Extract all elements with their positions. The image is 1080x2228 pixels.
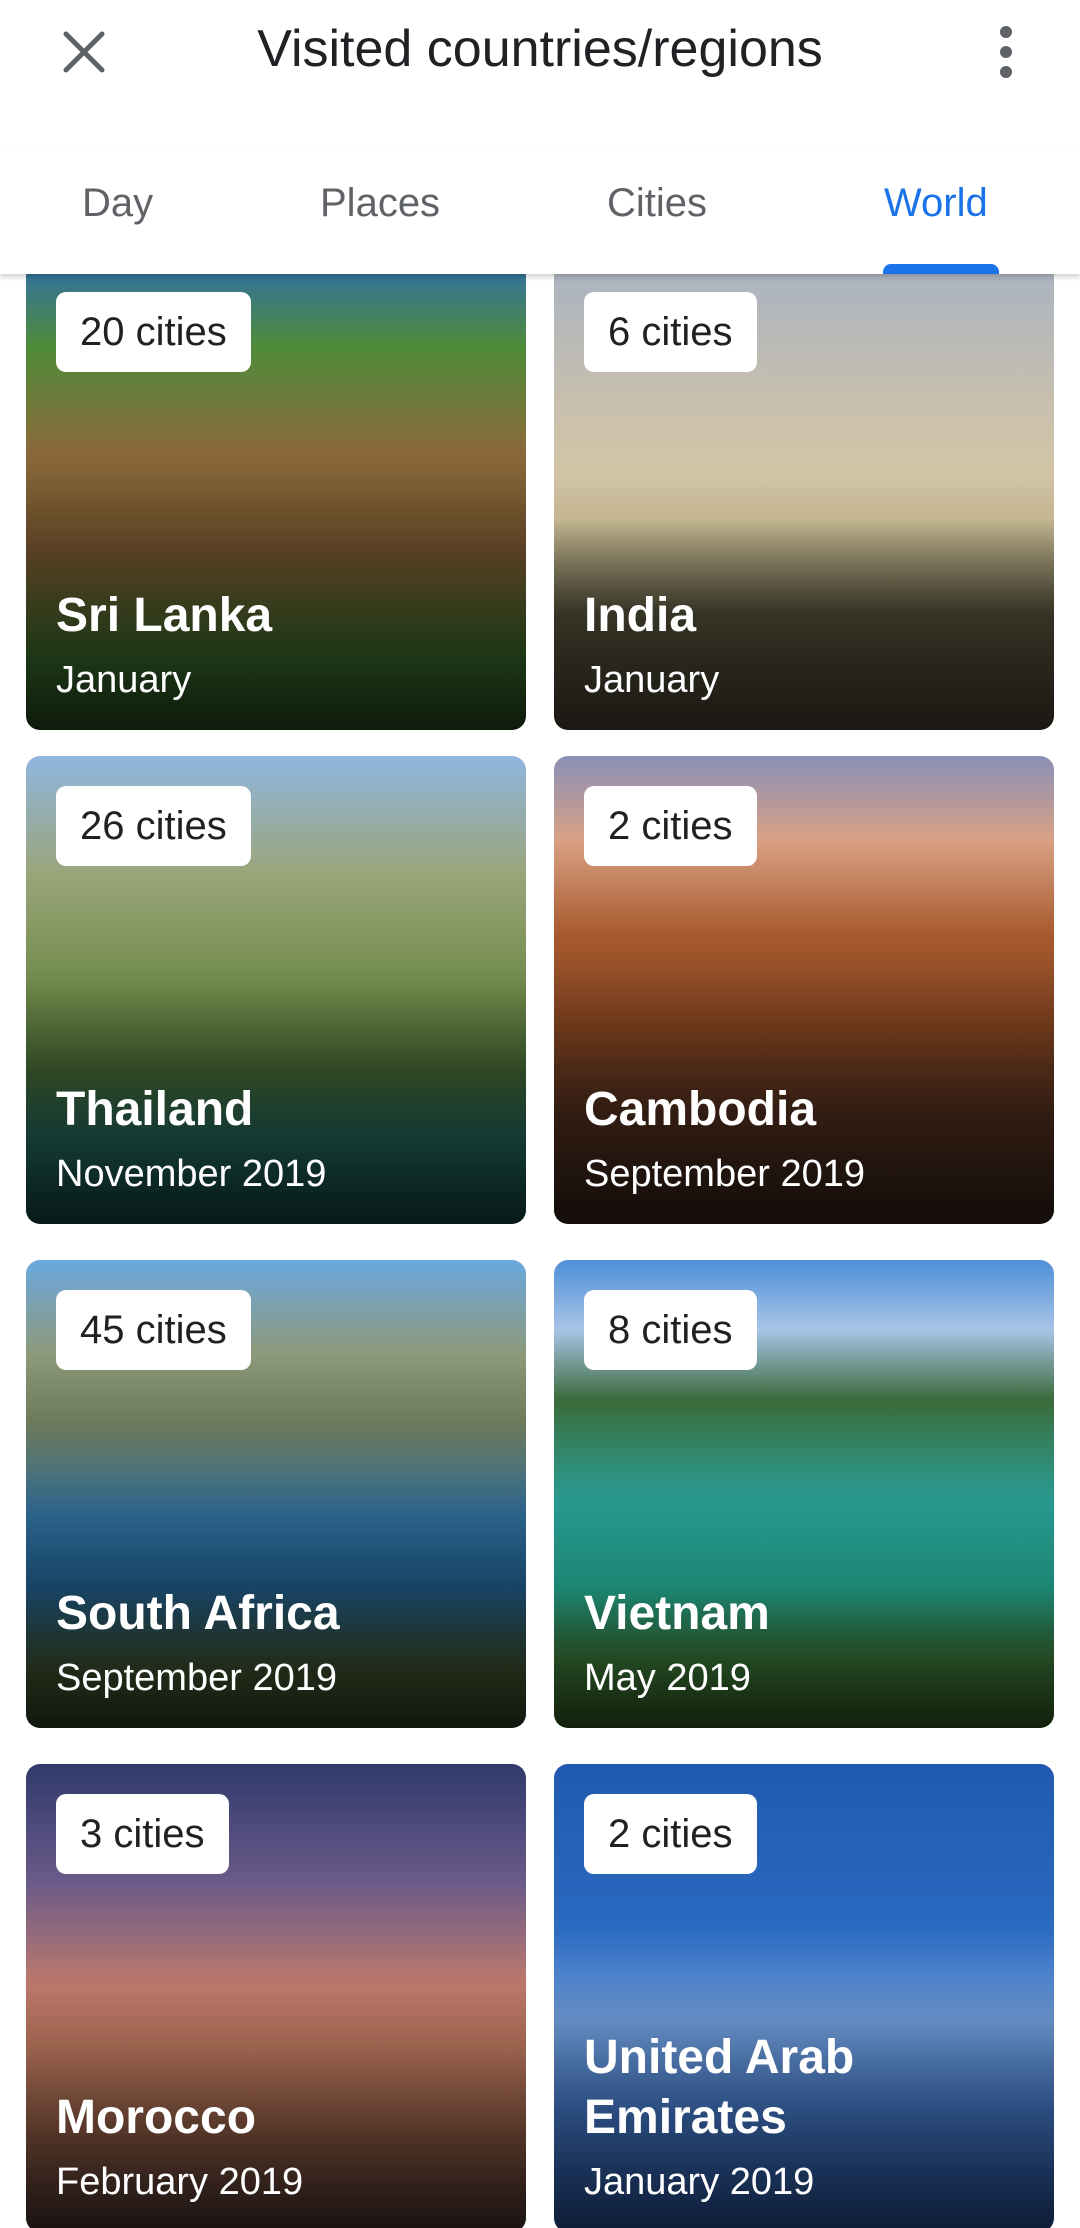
more-vert-icon (1000, 26, 1012, 78)
visit-date: November 2019 (56, 1153, 327, 1195)
country-name: Cambodia (584, 1083, 817, 1136)
country-card-sri-lanka[interactable]: 20 cities Sri Lanka January (26, 274, 526, 730)
country-name: Morocco (56, 2091, 257, 2144)
active-tab-indicator (883, 264, 999, 274)
country-name: South Africa (56, 1587, 340, 1640)
city-count-badge: 2 cities (584, 786, 757, 866)
country-name: Thailand (56, 1083, 254, 1136)
country-name: United Arab Emirates (584, 2031, 855, 2144)
city-count-badge: 45 cities (56, 1290, 251, 1370)
city-count-badge: 20 cities (56, 292, 251, 372)
page-title: Visited countries/regions (257, 20, 823, 78)
city-count-badge: 26 cities (56, 786, 251, 866)
country-card-united-arab-emirates[interactable]: 2 cities United Arab Emirates January 20… (554, 1764, 1054, 2228)
visit-date: February 2019 (56, 2161, 304, 2203)
city-count-badge: 6 cities (584, 292, 757, 372)
city-count-badge: 8 cities (584, 1290, 757, 1370)
country-name: Vietnam (584, 1587, 770, 1640)
city-count-badge: 2 cities (584, 1794, 757, 1874)
visit-date: January (56, 659, 192, 701)
country-name: Sri Lanka (56, 589, 273, 642)
country-card-cambodia[interactable]: 2 cities Cambodia September 2019 (554, 756, 1054, 1224)
tab-world[interactable]: World (884, 178, 988, 238)
country-card-thailand[interactable]: 26 cities Thailand November 2019 (26, 756, 526, 1224)
visit-date: January (584, 659, 720, 701)
visit-date: May 2019 (584, 1657, 751, 1699)
tab-places[interactable]: Places (320, 178, 440, 238)
more-options-button[interactable] (976, 16, 1036, 88)
tab-bar: Day Places Cities World (0, 150, 1080, 274)
country-name: India (584, 589, 697, 642)
country-card-india[interactable]: 6 cities India January (554, 274, 1054, 730)
app-bar: Visited countries/regions (0, 0, 1080, 120)
tab-cities[interactable]: Cities (607, 178, 707, 238)
visit-date: January 2019 (584, 2161, 815, 2203)
countries-grid: 20 cities Sri Lanka January 6 cities Ind… (0, 274, 1080, 2228)
tab-day[interactable]: Day (82, 178, 153, 238)
visit-date: September 2019 (56, 1657, 337, 1699)
country-card-vietnam[interactable]: 8 cities Vietnam May 2019 (554, 1260, 1054, 1728)
visit-date: September 2019 (584, 1153, 865, 1195)
country-card-morocco[interactable]: 3 cities Morocco February 2019 (26, 1764, 526, 2228)
city-count-badge: 3 cities (56, 1794, 229, 1874)
country-card-south-africa[interactable]: 45 cities South Africa September 2019 (26, 1260, 526, 1728)
